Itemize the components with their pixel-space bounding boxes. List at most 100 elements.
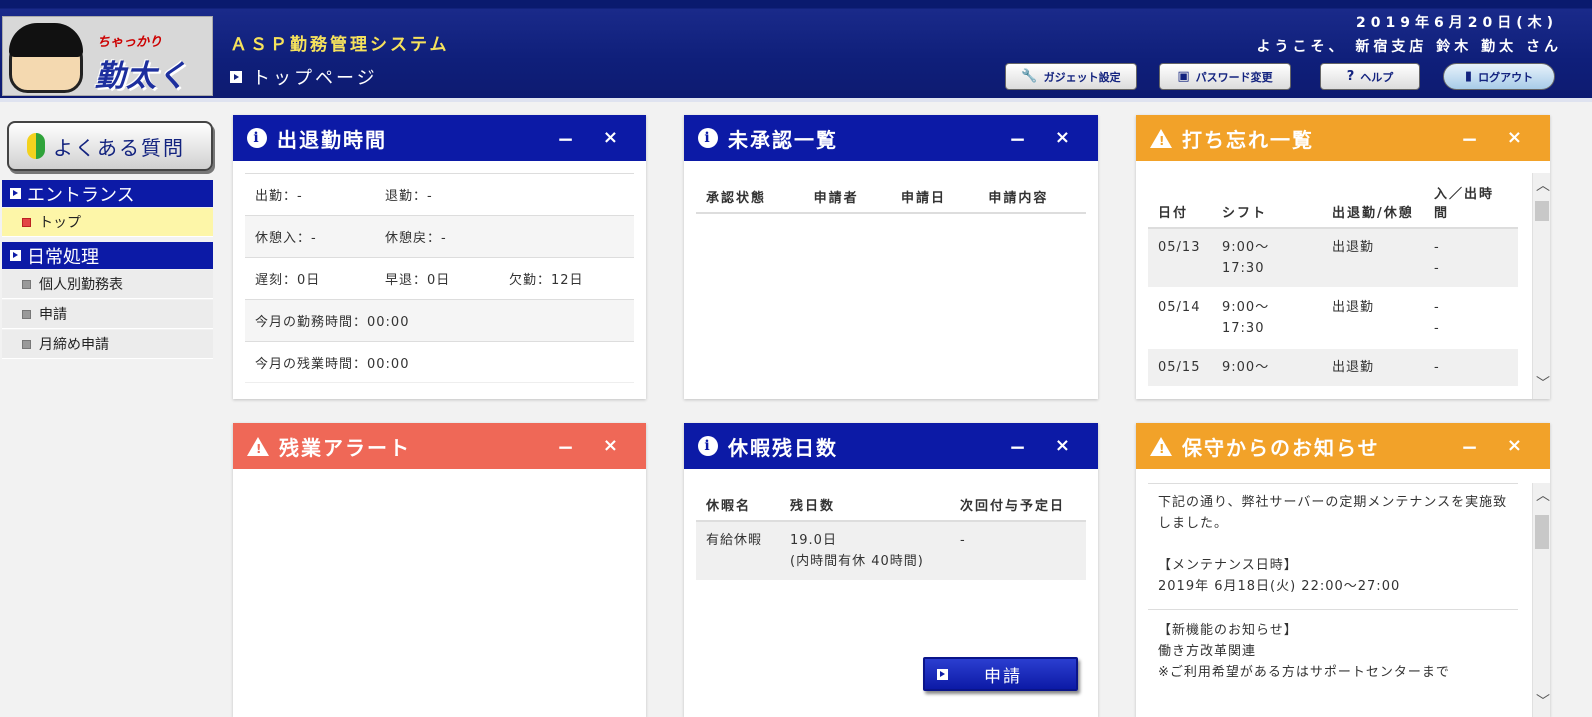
notice-item: 下記の通り、弊社サーバーの定期メンテナンスを実施致しました。 【メンテナンス日時… xyxy=(1148,483,1518,609)
beginner-mark-icon xyxy=(27,133,45,159)
chevron-down-icon[interactable]: ﹀ xyxy=(1536,691,1550,711)
column-header[interactable]: 次回付与予定日 xyxy=(950,489,1086,522)
monthly-work-time: 今月の勤務時間：00:00 xyxy=(255,315,410,330)
type-cell: 出退勤 xyxy=(1322,288,1424,349)
column-header[interactable]: シフト xyxy=(1212,177,1322,229)
close-button[interactable]: × xyxy=(1055,435,1072,456)
notice-text: ※ご利用希望がある方はサポートセンターまで xyxy=(1158,665,1450,680)
column-header[interactable]: 残日数 xyxy=(780,489,950,522)
sidebar-item-personal-schedule[interactable]: 個人別勤務表 xyxy=(2,270,213,299)
scrollbar[interactable]: ︿ ﹀ xyxy=(1532,173,1550,399)
column-header[interactable]: 入／出時間 xyxy=(1424,177,1518,229)
gadget-settings-button[interactable]: 🔧 ガジェット設定 xyxy=(1005,63,1137,90)
sidebar-item-month-close[interactable]: 月締め申請 xyxy=(2,330,213,359)
notice-text: 2019年 6月18日(火) 22:00～27:00 xyxy=(1158,579,1401,594)
sidebar-item-label: トップ xyxy=(39,215,81,231)
scrollbar[interactable]: ︿ ﹀ xyxy=(1532,483,1550,717)
column-header[interactable]: 申請日 xyxy=(890,181,979,214)
chevron-down-icon[interactable]: ﹀ xyxy=(1536,373,1550,393)
sidebar-section-label: エントランス xyxy=(27,184,135,206)
column-header[interactable]: 承認状態 xyxy=(696,181,804,214)
sidebar-section-entrance[interactable]: エントランス xyxy=(2,180,213,207)
column-header[interactable]: 申請者 xyxy=(803,181,891,214)
help-button[interactable]: ? ヘルプ xyxy=(1320,63,1420,90)
logo-tagline: ちゃっかり xyxy=(97,35,163,50)
faq-button[interactable]: よくある質問 xyxy=(7,121,213,171)
time-cell: - - xyxy=(1424,288,1518,349)
question-icon: ? xyxy=(1346,69,1355,84)
change-password-button[interactable]: ▣ パスワード変更 xyxy=(1159,63,1291,90)
minimize-button[interactable]: − xyxy=(557,127,576,151)
current-date: 2019年6月20日(木) xyxy=(1356,15,1558,31)
logout-button[interactable]: ▮ ログアウト xyxy=(1443,63,1555,90)
sidebar-item-application[interactable]: 申請 xyxy=(2,300,213,329)
mascot-hair-icon xyxy=(9,23,83,57)
minimize-button[interactable]: − xyxy=(557,435,576,459)
absence-value: 欠勤：12日 xyxy=(509,273,584,288)
table-row[interactable]: 05/13 9:00～ 17:30 出退勤 - - xyxy=(1148,228,1518,289)
welcome-message: ようこそ、 新宿支店 鈴木 勤太 さん xyxy=(1256,39,1562,55)
chevron-up-icon[interactable]: ︿ xyxy=(1536,175,1550,195)
column-header[interactable]: 休暇名 xyxy=(696,489,780,522)
shift-cell: 9:00～ 17:30 xyxy=(1212,228,1322,289)
scroll-thumb[interactable] xyxy=(1535,515,1549,549)
late-value: 遅刻：0日 xyxy=(255,273,321,288)
close-button[interactable]: × xyxy=(1507,435,1524,456)
next-grant-cell: - xyxy=(950,521,1086,582)
time-cell: - - xyxy=(1424,228,1518,289)
column-header[interactable]: 日付 xyxy=(1148,177,1212,229)
gadget-settings-label: ガジェット設定 xyxy=(1043,70,1121,84)
early-leave-value: 早退：0日 xyxy=(385,273,451,288)
sidebar-section-label: 日常処理 xyxy=(27,246,99,268)
unapproved-panel: i 未承認一覧 − × 承認状態 申請者 申請日 申請内容 xyxy=(684,115,1098,399)
sidebar-item-label: 申請 xyxy=(39,307,67,323)
arrow-box-icon xyxy=(230,71,242,83)
faq-label: よくある質問 xyxy=(53,135,185,160)
maintenance-panel-header: ! 保守からのお知らせ − × xyxy=(1136,423,1550,469)
break-in-value: 休憩入：- xyxy=(255,231,317,246)
minimize-button[interactable]: − xyxy=(1009,435,1028,459)
table-row[interactable]: 有給休暇 19.0日 (内時間有休 40時間) - xyxy=(696,521,1086,582)
overtime-panel-header: ! 残業アラート − × xyxy=(233,423,646,469)
minimize-button[interactable]: − xyxy=(1009,127,1028,151)
logo-name: 勤太くん xyxy=(95,59,188,94)
date-cell: 05/14 xyxy=(1148,288,1212,349)
monthly-overtime: 今月の残業時間：00:00 xyxy=(255,356,410,372)
column-header[interactable]: 出退勤/休憩 xyxy=(1322,177,1424,229)
notice-item: 【新機能のお知らせ】 働き方改革関連 ※ご利用希望がある方はサポートセンターまで xyxy=(1148,609,1518,693)
warning-icon: ! xyxy=(1150,128,1172,148)
close-button[interactable]: × xyxy=(603,127,620,148)
apply-button[interactable]: 申請 xyxy=(923,657,1078,691)
close-button[interactable]: × xyxy=(1507,127,1524,148)
close-button[interactable]: × xyxy=(1055,127,1072,148)
sidebar-item-label: 月締め申請 xyxy=(39,337,109,353)
minimize-button[interactable]: − xyxy=(1461,127,1480,151)
chevron-up-icon[interactable]: ︿ xyxy=(1536,485,1550,505)
square-bullet-icon xyxy=(22,217,31,227)
notice-spacer xyxy=(1158,534,1508,555)
app-logo[interactable]: ちゃっかり 勤太くん xyxy=(2,16,213,96)
sidebar-item-top[interactable]: トップ xyxy=(2,208,213,237)
remaining-days-cell: 19.0日 (内時間有休 40時間) xyxy=(780,521,950,582)
warning-icon: ! xyxy=(1150,436,1172,456)
scroll-thumb[interactable] xyxy=(1535,201,1549,221)
notice-text: 働き方改革関連 xyxy=(1158,644,1257,659)
close-button[interactable]: × xyxy=(603,435,620,456)
arrow-box-icon xyxy=(10,250,21,261)
notice-text: 【メンテナンス日時】 xyxy=(1158,558,1298,573)
warning-icon: ! xyxy=(247,436,269,456)
sidebar-item-label: 個人別勤務表 xyxy=(39,277,123,293)
sidebar-section-daily[interactable]: 日常処理 xyxy=(2,242,213,269)
column-header[interactable]: 申請内容 xyxy=(978,181,1086,214)
minimize-button[interactable]: − xyxy=(1461,435,1480,459)
leave-balance-panel: i 休暇残日数 − × 休暇名 残日数 次回付与予定日 有給休暇 19.0日 (… xyxy=(684,423,1098,717)
table-row[interactable]: 05/14 9:00～ 17:30 出退勤 - - xyxy=(1148,288,1518,349)
change-password-label: パスワード変更 xyxy=(1195,70,1273,84)
toolbox-icon: ▣ xyxy=(1177,69,1190,84)
table-row[interactable]: 05/15 9:00～ 出退勤 - xyxy=(1148,348,1518,388)
apply-label: 申請 xyxy=(984,666,1022,687)
unapproved-body: 承認状態 申請者 申請日 申請内容 xyxy=(696,181,1086,399)
attendance-body: 出勤：- 退勤：- 休憩入：- 休憩戻：- 遅刻：0日 早退：0日 欠勤：12日… xyxy=(245,173,634,399)
time-cell: - xyxy=(1424,348,1518,388)
forgotten-punch-panel: ! 打ち忘れ一覧 − × 日付 シフト 出退勤/休憩 入／出時間 05/13 9… xyxy=(1136,115,1550,399)
